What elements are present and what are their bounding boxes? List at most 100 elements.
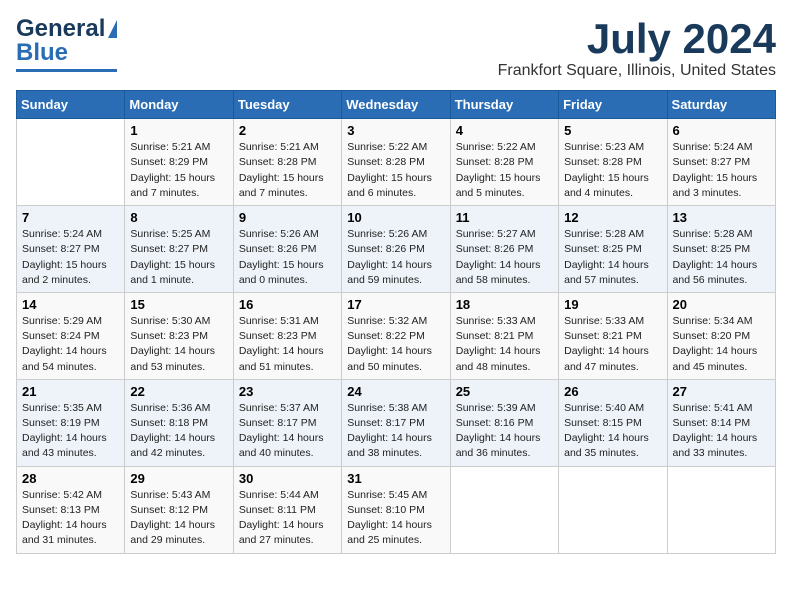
- calendar-cell: 1 Sunrise: 5:21 AMSunset: 8:29 PMDaylight…: [125, 119, 233, 206]
- day-number: 11: [456, 210, 553, 225]
- calendar-cell: 8 Sunrise: 5:25 AMSunset: 8:27 PMDaylight…: [125, 206, 233, 293]
- day-number: 29: [130, 471, 227, 486]
- cell-info: Sunrise: 5:28 AMSunset: 8:25 PMDaylight:…: [564, 227, 661, 288]
- calendar-cell: 15 Sunrise: 5:30 AMSunset: 8:23 PMDayligh…: [125, 292, 233, 379]
- logo: General Blue: [16, 16, 117, 72]
- day-number: 4: [456, 123, 553, 138]
- cell-info: Sunrise: 5:27 AMSunset: 8:26 PMDaylight:…: [456, 227, 553, 288]
- cell-info: Sunrise: 5:22 AMSunset: 8:28 PMDaylight:…: [456, 140, 553, 201]
- header-cell-wednesday: Wednesday: [342, 91, 450, 119]
- calendar-cell: 16Sunrise: 5:31 AMSunset: 8:23 PMDayligh…: [233, 292, 341, 379]
- cell-info: Sunrise: 5:34 AMSunset: 8:20 PMDaylight:…: [673, 314, 770, 375]
- day-number: 21: [22, 384, 119, 399]
- cell-info: Sunrise: 5:30 AMSunset: 8:23 PMDaylight:…: [130, 314, 227, 375]
- cell-info: Sunrise: 5:36 AMSunset: 8:18 PMDaylight:…: [130, 401, 227, 462]
- cell-info: Sunrise: 5:26 AMSunset: 8:26 PMDaylight:…: [239, 227, 336, 288]
- day-number: 10: [347, 210, 444, 225]
- day-number: 26: [564, 384, 661, 399]
- calendar-cell: 20 Sunrise: 5:34 AMSunset: 8:20 PMDayligh…: [667, 292, 775, 379]
- day-number: 23: [239, 384, 336, 399]
- title-area: July 2024 Frankfort Square, Illinois, Un…: [498, 16, 776, 80]
- day-number: 3: [347, 123, 444, 138]
- calendar-cell: 31Sunrise: 5:45 AMSunset: 8:10 PMDayligh…: [342, 466, 450, 553]
- day-number: 5: [564, 123, 661, 138]
- day-number: 31: [347, 471, 444, 486]
- calendar-cell: 21 Sunrise: 5:35 AMSunset: 8:19 PMDayligh…: [17, 379, 125, 466]
- header-cell-friday: Friday: [559, 91, 667, 119]
- calendar-cell: 30Sunrise: 5:44 AMSunset: 8:11 PMDayligh…: [233, 466, 341, 553]
- calendar-cell: 5 Sunrise: 5:23 AMSunset: 8:28 PMDaylight…: [559, 119, 667, 206]
- cell-info: Sunrise: 5:40 AMSunset: 8:15 PMDaylight:…: [564, 401, 661, 462]
- cell-info: Sunrise: 5:23 AMSunset: 8:28 PMDaylight:…: [564, 140, 661, 201]
- logo-text-blue: Blue: [16, 40, 68, 66]
- calendar-cell: 3 Sunrise: 5:22 AMSunset: 8:28 PMDaylight…: [342, 119, 450, 206]
- day-number: 18: [456, 297, 553, 312]
- day-number: 7: [22, 210, 119, 225]
- calendar-cell: 25 Sunrise: 5:39 AMSunset: 8:16 PMDayligh…: [450, 379, 558, 466]
- cell-info: Sunrise: 5:38 AMSunset: 8:17 PMDaylight:…: [347, 401, 444, 462]
- cell-info: Sunrise: 5:33 AMSunset: 8:21 PMDaylight:…: [564, 314, 661, 375]
- day-number: 1: [130, 123, 227, 138]
- calendar-cell: [667, 466, 775, 553]
- calendar-cell: [450, 466, 558, 553]
- day-number: 28: [22, 471, 119, 486]
- day-number: 19: [564, 297, 661, 312]
- calendar-cell: 23 Sunrise: 5:37 AMSunset: 8:17 PMDayligh…: [233, 379, 341, 466]
- day-number: 30: [239, 471, 336, 486]
- header-cell-sunday: Sunday: [17, 91, 125, 119]
- logo-underline: [16, 69, 117, 72]
- page-header: General Blue July 2024 Frankfort Square,…: [16, 16, 776, 80]
- calendar-cell: 14Sunrise: 5:29 AMSunset: 8:24 PMDayligh…: [17, 292, 125, 379]
- calendar-cell: 7 Sunrise: 5:24 AMSunset: 8:27 PMDaylight…: [17, 206, 125, 293]
- cell-info: Sunrise: 5:35 AMSunset: 8:19 PMDaylight:…: [22, 401, 119, 462]
- header-cell-tuesday: Tuesday: [233, 91, 341, 119]
- day-number: 15: [130, 297, 227, 312]
- day-number: 20: [673, 297, 770, 312]
- day-number: 16: [239, 297, 336, 312]
- day-number: 6: [673, 123, 770, 138]
- calendar-cell: [17, 119, 125, 206]
- cell-info: Sunrise: 5:37 AMSunset: 8:17 PMDaylight:…: [239, 401, 336, 462]
- day-number: 2: [239, 123, 336, 138]
- cell-info: Sunrise: 5:24 AMSunset: 8:27 PMDaylight:…: [673, 140, 770, 201]
- calendar-body: 1 Sunrise: 5:21 AMSunset: 8:29 PMDaylight…: [17, 119, 776, 553]
- cell-info: Sunrise: 5:29 AMSunset: 8:24 PMDaylight:…: [22, 314, 119, 375]
- day-number: 9: [239, 210, 336, 225]
- logo-triangle-icon: [108, 20, 117, 38]
- header-cell-saturday: Saturday: [667, 91, 775, 119]
- calendar-week-row: 21 Sunrise: 5:35 AMSunset: 8:19 PMDayligh…: [17, 379, 776, 466]
- day-number: 25: [456, 384, 553, 399]
- cell-info: Sunrise: 5:25 AMSunset: 8:27 PMDaylight:…: [130, 227, 227, 288]
- day-number: 27: [673, 384, 770, 399]
- calendar-cell: 2 Sunrise: 5:21 AMSunset: 8:28 PMDaylight…: [233, 119, 341, 206]
- calendar-cell: 13Sunrise: 5:28 AMSunset: 8:25 PMDayligh…: [667, 206, 775, 293]
- cell-info: Sunrise: 5:39 AMSunset: 8:16 PMDaylight:…: [456, 401, 553, 462]
- cell-info: Sunrise: 5:24 AMSunset: 8:27 PMDaylight:…: [22, 227, 119, 288]
- calendar-table: SundayMondayTuesdayWednesdayThursdayFrid…: [16, 90, 776, 553]
- cell-info: Sunrise: 5:41 AMSunset: 8:14 PMDaylight:…: [673, 401, 770, 462]
- calendar-cell: 6 Sunrise: 5:24 AMSunset: 8:27 PMDaylight…: [667, 119, 775, 206]
- cell-info: Sunrise: 5:42 AMSunset: 8:13 PMDaylight:…: [22, 488, 119, 549]
- cell-info: Sunrise: 5:21 AMSunset: 8:28 PMDaylight:…: [239, 140, 336, 201]
- month-title: July 2024: [498, 16, 776, 62]
- calendar-week-row: 7 Sunrise: 5:24 AMSunset: 8:27 PMDaylight…: [17, 206, 776, 293]
- calendar-cell: 4 Sunrise: 5:22 AMSunset: 8:28 PMDaylight…: [450, 119, 558, 206]
- header-cell-thursday: Thursday: [450, 91, 558, 119]
- calendar-cell: 27 Sunrise: 5:41 AMSunset: 8:14 PMDayligh…: [667, 379, 775, 466]
- day-number: 8: [130, 210, 227, 225]
- calendar-cell: 17 Sunrise: 5:32 AMSunset: 8:22 PMDayligh…: [342, 292, 450, 379]
- cell-info: Sunrise: 5:22 AMSunset: 8:28 PMDaylight:…: [347, 140, 444, 201]
- day-number: 12: [564, 210, 661, 225]
- day-number: 17: [347, 297, 444, 312]
- cell-info: Sunrise: 5:28 AMSunset: 8:25 PMDaylight:…: [673, 227, 770, 288]
- calendar-cell: [559, 466, 667, 553]
- calendar-week-row: 14Sunrise: 5:29 AMSunset: 8:24 PMDayligh…: [17, 292, 776, 379]
- cell-info: Sunrise: 5:26 AMSunset: 8:26 PMDaylight:…: [347, 227, 444, 288]
- cell-info: Sunrise: 5:32 AMSunset: 8:22 PMDaylight:…: [347, 314, 444, 375]
- calendar-cell: 19 Sunrise: 5:33 AMSunset: 8:21 PMDayligh…: [559, 292, 667, 379]
- calendar-cell: 28 Sunrise: 5:42 AMSunset: 8:13 PMDayligh…: [17, 466, 125, 553]
- calendar-cell: 26 Sunrise: 5:40 AMSunset: 8:15 PMDayligh…: [559, 379, 667, 466]
- calendar-cell: 22Sunrise: 5:36 AMSunset: 8:18 PMDayligh…: [125, 379, 233, 466]
- cell-info: Sunrise: 5:21 AMSunset: 8:29 PMDaylight:…: [130, 140, 227, 201]
- calendar-cell: 18Sunrise: 5:33 AMSunset: 8:21 PMDayligh…: [450, 292, 558, 379]
